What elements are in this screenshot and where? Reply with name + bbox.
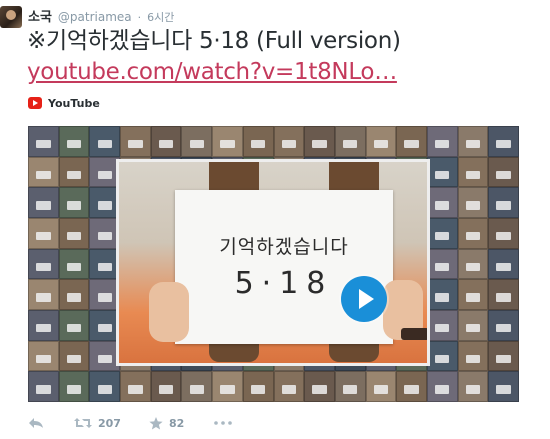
mosaic-tile xyxy=(58,248,90,280)
mosaic-tile xyxy=(242,126,274,157)
retweet-button[interactable]: 207 xyxy=(74,417,121,430)
mosaic-tile xyxy=(488,371,519,402)
mosaic-tile xyxy=(28,371,59,402)
more-button[interactable] xyxy=(214,421,233,425)
mosaic-tile xyxy=(28,248,59,280)
mosaic-tile xyxy=(28,279,59,310)
mosaic-tile xyxy=(488,279,519,310)
mosaic-tile xyxy=(488,248,519,280)
mosaic-tile xyxy=(58,340,90,372)
mosaic-tile xyxy=(365,126,397,157)
mosaic-tile xyxy=(28,126,59,157)
mosaic-tile xyxy=(28,340,59,372)
mosaic-tile xyxy=(488,340,519,372)
mosaic-tile xyxy=(89,126,121,157)
mosaic-tile xyxy=(181,371,213,402)
mosaic-tile xyxy=(426,156,458,188)
mosaic-tile xyxy=(488,217,519,249)
mosaic-tile xyxy=(488,126,519,157)
mosaic-tile xyxy=(150,371,182,402)
mosaic-tile xyxy=(457,187,489,218)
mosaic-tile xyxy=(273,371,305,402)
mosaic-tile xyxy=(28,217,59,249)
mosaic-tile xyxy=(426,279,458,310)
mosaic-tile xyxy=(457,248,489,280)
reply-icon xyxy=(28,417,44,429)
mosaic-tile xyxy=(426,340,458,372)
mosaic-tile xyxy=(58,126,90,157)
watch xyxy=(401,328,427,340)
video-player[interactable]: 기억하겠습니다 5·18 xyxy=(28,126,519,402)
mosaic-tile xyxy=(365,371,397,402)
mosaic-tile xyxy=(58,279,90,310)
mosaic-tile xyxy=(426,187,458,218)
mosaic-tile xyxy=(58,371,90,402)
mosaic-tile xyxy=(89,371,121,402)
mosaic-tile xyxy=(457,217,489,249)
favorite-icon xyxy=(149,416,163,430)
hand-left xyxy=(149,282,189,342)
favorite-count: 82 xyxy=(168,416,185,430)
sign-text: 기억하겠습니다 xyxy=(219,236,349,258)
mosaic-tile xyxy=(212,371,243,402)
timestamp[interactable]: 6시간 xyxy=(147,9,174,25)
mosaic-tile xyxy=(334,371,366,402)
mosaic-tile xyxy=(304,371,335,402)
video-center-frame: 기억하겠습니다 5·18 xyxy=(116,159,430,366)
mosaic-tile xyxy=(120,126,151,157)
mosaic-tile xyxy=(426,309,458,341)
header-separator: · xyxy=(137,11,142,24)
mosaic-tile xyxy=(120,371,151,402)
mosaic-tile xyxy=(150,126,182,157)
card-source[interactable]: YouTube xyxy=(28,95,100,111)
avatar[interactable] xyxy=(0,6,22,28)
mosaic-tile xyxy=(28,156,59,188)
mosaic-tile xyxy=(242,371,274,402)
mosaic-tile xyxy=(488,309,519,341)
mosaic-tile xyxy=(212,126,243,157)
mosaic-tile xyxy=(396,371,427,402)
mosaic-tile xyxy=(181,126,213,157)
retweet-icon xyxy=(74,417,92,429)
play-icon[interactable] xyxy=(341,276,387,322)
mosaic-tile xyxy=(28,309,59,341)
mosaic-tile xyxy=(457,126,489,157)
tweet-actions: 207 82 xyxy=(28,414,233,432)
source-name: YouTube xyxy=(48,96,100,110)
mosaic-tile xyxy=(58,309,90,341)
mosaic-tile xyxy=(488,187,519,218)
mosaic-tile xyxy=(304,126,335,157)
mosaic-tile xyxy=(58,156,90,188)
retweet-count: 207 xyxy=(98,416,121,430)
mosaic-tile xyxy=(457,309,489,341)
mosaic-tile xyxy=(426,217,458,249)
author-handle[interactable]: @patriamea xyxy=(58,10,132,24)
tweet-text: ※기억하겠습니다 5·18 (Full version) xyxy=(27,28,401,54)
youtube-icon xyxy=(28,97,42,109)
tweet-link[interactable]: youtube.com/watch?v=1t8NLo… xyxy=(27,58,397,87)
mosaic-tile xyxy=(58,217,90,249)
mosaic-tile xyxy=(396,126,427,157)
mosaic-tile xyxy=(273,126,305,157)
more-icon xyxy=(214,421,233,425)
mosaic-tile xyxy=(488,156,519,188)
author-name[interactable]: 소국 xyxy=(28,6,52,25)
mosaic-tile xyxy=(426,126,458,157)
mosaic-tile xyxy=(334,126,366,157)
favorite-button[interactable]: 82 xyxy=(149,416,185,430)
tweet-header: 소국 @patriamea · 6시간 xyxy=(28,6,174,25)
mosaic-tile xyxy=(457,371,489,402)
mosaic-tile xyxy=(58,187,90,218)
mosaic-tile xyxy=(457,279,489,310)
reply-button[interactable] xyxy=(28,417,44,429)
mosaic-tile xyxy=(457,340,489,372)
mosaic-tile xyxy=(426,248,458,280)
mosaic-tile xyxy=(426,371,458,402)
mosaic-tile xyxy=(28,187,59,218)
mosaic-tile xyxy=(457,156,489,188)
